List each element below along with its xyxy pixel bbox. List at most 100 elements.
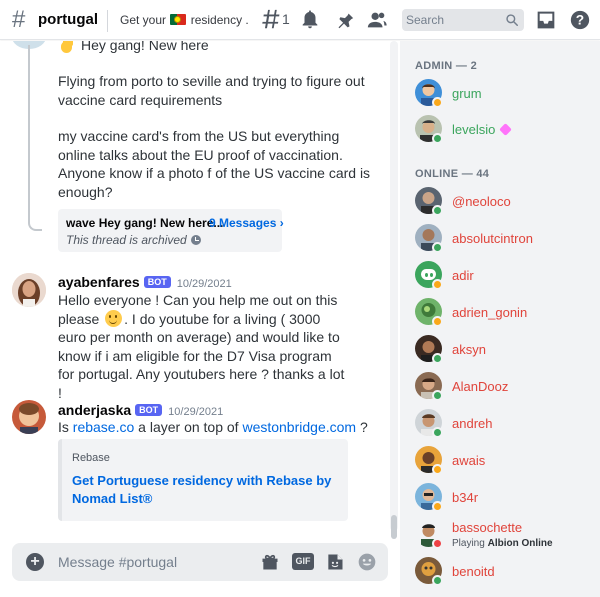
message-input[interactable] bbox=[58, 552, 248, 572]
member-item[interactable]: benoitd bbox=[400, 553, 600, 589]
message-paragraph: Flying from porto to seville and trying … bbox=[58, 73, 365, 108]
timestamp: 10/29/2021 bbox=[176, 278, 232, 290]
message-paragraph: my vaccine card's from the US but everyt… bbox=[58, 128, 371, 200]
online-group-header: ONLINE — 44 bbox=[415, 168, 490, 180]
hash-icon: # bbox=[12, 6, 26, 33]
member-item[interactable]: b34r bbox=[400, 479, 600, 515]
header-divider bbox=[107, 10, 108, 32]
message-link[interactable]: westonbridge.com bbox=[242, 419, 356, 435]
message-header: ayabenfares BOT 10/29/2021 bbox=[58, 274, 232, 292]
author-name[interactable]: ayabenfares bbox=[58, 274, 140, 290]
help-icon[interactable]: ? bbox=[569, 9, 591, 31]
thread-connector-line bbox=[28, 45, 42, 231]
gift-icon[interactable] bbox=[260, 552, 280, 572]
boost-icon bbox=[499, 123, 513, 136]
topic-text-end: residency ... bbox=[190, 13, 248, 27]
thread-status-text: This thread is archived bbox=[66, 233, 187, 247]
message-text: a layer on top of bbox=[138, 419, 239, 435]
thread-preview[interactable]: wave Hey gang! New here... 9 Messages › … bbox=[58, 209, 284, 252]
member-name: levelsio bbox=[452, 122, 513, 137]
bot-tag: BOT bbox=[135, 404, 163, 416]
member-item[interactable]: bassochette Playing Albion Online bbox=[400, 516, 600, 552]
chat-area[interactable]: Hey gang! New here Flying from porto to … bbox=[0, 41, 400, 597]
message-text: ? bbox=[359, 419, 368, 435]
author-name[interactable]: anderjaska bbox=[58, 402, 131, 418]
member-item[interactable]: aksyn bbox=[400, 331, 600, 367]
avatar[interactable] bbox=[12, 273, 46, 307]
members-icon[interactable] bbox=[366, 9, 388, 31]
message-text: . I do youtube for a living ( 3000 euro … bbox=[58, 310, 345, 401]
topic-text-start: Get your bbox=[120, 13, 167, 27]
status-online-icon bbox=[432, 353, 443, 364]
message-content: Hello everyone ! Can you help me out on … bbox=[58, 291, 348, 402]
status-online-icon bbox=[432, 242, 443, 253]
member-name: andreh bbox=[452, 416, 493, 431]
member-list[interactable]: ADMIN — 2 grum levelsio ONLINE — 44 @neo… bbox=[400, 41, 600, 597]
message-composer[interactable]: + GIF bbox=[12, 543, 388, 581]
search-icon bbox=[505, 13, 519, 27]
search-input[interactable] bbox=[406, 12, 502, 28]
clock-icon bbox=[190, 235, 201, 245]
inbox-icon[interactable] bbox=[535, 9, 557, 31]
scrollbar-thumb[interactable] bbox=[391, 515, 397, 539]
activity-prefix: Playing bbox=[452, 538, 485, 549]
bot-tag: BOT bbox=[143, 276, 171, 288]
status-online-icon bbox=[432, 575, 443, 586]
status-idle-icon bbox=[432, 97, 443, 108]
scrollbar-track[interactable] bbox=[390, 41, 398, 531]
message-text: Is bbox=[58, 419, 69, 435]
member-name: AlanDooz bbox=[452, 379, 509, 394]
thread-messages-link[interactable]: 9 Messages › bbox=[209, 216, 284, 230]
message-link[interactable]: rebase.co bbox=[73, 419, 134, 435]
status-online-icon bbox=[432, 205, 443, 216]
search-bar[interactable] bbox=[402, 9, 524, 31]
member-name: b34r bbox=[452, 490, 479, 505]
member-item[interactable]: andreh bbox=[400, 405, 600, 441]
status-online-icon bbox=[432, 427, 443, 438]
member-item[interactable]: @neoloco bbox=[400, 183, 600, 219]
channel-topic[interactable]: Get your residency ... bbox=[120, 13, 248, 27]
member-name: adrien_gonin bbox=[452, 305, 528, 320]
embed-title-link[interactable]: Get Portuguese residency with Rebase by … bbox=[72, 472, 332, 507]
portugal-flag-icon bbox=[170, 14, 187, 25]
gif-icon[interactable]: GIF bbox=[292, 553, 314, 570]
thread-title: wave Hey gang! New here... bbox=[66, 216, 224, 230]
status-idle-icon bbox=[432, 279, 443, 290]
threads-count: 1 bbox=[282, 11, 290, 27]
plus-icon[interactable]: + bbox=[26, 553, 44, 571]
embed-provider: Rebase bbox=[72, 452, 110, 464]
member-name: bassochette bbox=[452, 520, 523, 535]
pin-icon[interactable] bbox=[333, 9, 355, 31]
member-name-text: levelsio bbox=[452, 122, 496, 137]
message-content: Hey gang! New here bbox=[58, 41, 378, 55]
member-item[interactable]: absolutcintron bbox=[400, 220, 600, 256]
channel-header: # portugal Get your residency ... 1 ? bbox=[0, 0, 600, 40]
wave-emoji bbox=[58, 41, 76, 54]
member-name: grum bbox=[452, 86, 482, 101]
status-idle-icon bbox=[432, 316, 443, 327]
bell-icon[interactable] bbox=[299, 9, 321, 31]
member-item[interactable]: awais bbox=[400, 442, 600, 478]
member-item[interactable]: grum bbox=[400, 75, 600, 111]
member-item[interactable]: adrien_gonin bbox=[400, 294, 600, 330]
avatar[interactable] bbox=[12, 400, 46, 434]
timestamp: 10/29/2021 bbox=[168, 406, 224, 418]
member-name: adir bbox=[452, 268, 474, 283]
svg-text:?: ? bbox=[576, 13, 584, 28]
message-content: Is rebase.co a layer on top of westonbri… bbox=[58, 418, 378, 437]
member-item[interactable]: levelsio bbox=[400, 111, 600, 147]
smiley-emoji bbox=[105, 309, 123, 327]
status-idle-icon bbox=[432, 464, 443, 475]
emoji-icon[interactable] bbox=[357, 552, 377, 572]
admin-group-header: ADMIN — 2 bbox=[415, 60, 477, 72]
member-item[interactable]: AlanDooz bbox=[400, 368, 600, 404]
member-item[interactable]: adir bbox=[400, 257, 600, 293]
thread-status: This thread is archived bbox=[66, 233, 201, 247]
threads-icon[interactable] bbox=[260, 9, 282, 31]
sticker-icon[interactable] bbox=[325, 552, 345, 572]
channel-name: portugal bbox=[38, 11, 98, 28]
member-name: absolutcintron bbox=[452, 231, 533, 246]
status-online-icon bbox=[432, 390, 443, 401]
status-online-icon bbox=[432, 133, 443, 144]
member-activity: Playing Albion Online bbox=[452, 538, 553, 549]
